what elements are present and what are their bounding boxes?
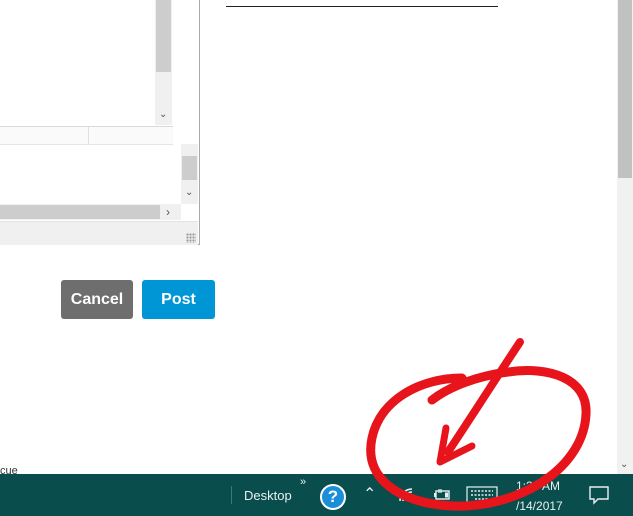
- horizontal-rule: [226, 6, 498, 7]
- battery-icon[interactable]: [433, 488, 451, 507]
- list-vertical-scrollbar[interactable]: ⌄: [155, 0, 172, 125]
- cancel-button[interactable]: Cancel: [61, 280, 133, 319]
- dialog-status-strip: [0, 221, 198, 245]
- list-box[interactable]: [0, 0, 173, 125]
- scroll-down-arrow-icon[interactable]: ⌄: [159, 110, 167, 120]
- post-button[interactable]: Post: [142, 280, 215, 319]
- page-vertical-scrollbar[interactable]: ⌄: [617, 0, 633, 474]
- scrollbar-thumb[interactable]: [618, 0, 632, 178]
- column-header-row: [0, 126, 173, 145]
- scroll-down-arrow-icon[interactable]: ⌄: [185, 188, 193, 198]
- clock-date[interactable]: /14/2017: [516, 499, 563, 513]
- dialog-panel: ⌄ ⌄ ›: [0, 0, 200, 245]
- desktop-toolbar-label[interactable]: Desktop: [244, 488, 292, 503]
- scroll-right-arrow-icon[interactable]: ›: [166, 206, 170, 218]
- scrollbar-thumb[interactable]: [156, 0, 171, 72]
- partial-text: cue: [0, 466, 18, 474]
- help-icon[interactable]: ?: [320, 484, 346, 510]
- toolbar-separator: [231, 486, 234, 504]
- action-center-icon[interactable]: [589, 485, 609, 510]
- taskbar: Desktop » ? ⌃ 1:28 AM /14/2017: [0, 474, 633, 516]
- resize-grip-icon[interactable]: [186, 233, 196, 243]
- touch-keyboard-icon[interactable]: [466, 486, 498, 509]
- scroll-down-arrow-icon[interactable]: ⌄: [620, 460, 628, 470]
- clock-time[interactable]: 1:28 AM: [516, 479, 560, 493]
- toolbar-overflow-chevron-icon[interactable]: »: [300, 477, 306, 488]
- content-vertical-scrollbar[interactable]: ⌄: [181, 144, 198, 204]
- wifi-icon[interactable]: [398, 487, 416, 508]
- tray-chevron-up-icon[interactable]: ⌃: [363, 484, 376, 504]
- scrollbar-thumb[interactable]: [182, 156, 197, 180]
- scrollbar-thumb[interactable]: [0, 205, 160, 219]
- horizontal-scrollbar[interactable]: ›: [0, 204, 181, 220]
- column-divider[interactable]: [88, 127, 89, 144]
